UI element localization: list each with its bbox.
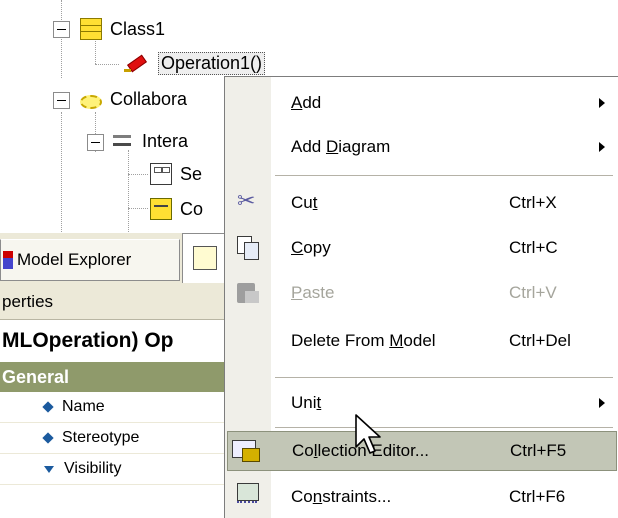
tree-item-label: Se xyxy=(180,163,203,184)
tree-item-interaction[interactable]: Intera xyxy=(112,130,188,152)
tree-connector xyxy=(128,208,148,209)
tab-model-explorer[interactable]: Model Explorer xyxy=(0,239,180,281)
tree-item-class1[interactable]: Class1 xyxy=(80,18,165,40)
shortcut-label: Ctrl+Del xyxy=(509,331,571,350)
class-icon xyxy=(80,18,102,40)
menu-item-constraints[interactable]: Constraints... Ctrl+F6 xyxy=(225,477,618,517)
shortcut-label: Ctrl+X xyxy=(509,193,557,212)
collaboration-icon xyxy=(80,94,102,109)
copy-icon xyxy=(235,234,261,260)
menu-separator xyxy=(275,427,613,428)
tree-item-sequence-diagram[interactable]: Se xyxy=(150,163,202,185)
tree-item-label: Class1 xyxy=(110,18,166,39)
triangle-down-icon xyxy=(44,465,54,473)
submenu-arrow-icon xyxy=(599,98,605,108)
menu-item-add-diagram[interactable]: Add Diagram xyxy=(225,127,618,167)
tree-connector xyxy=(61,0,62,78)
tree-item-label: Collabora xyxy=(110,89,188,109)
submenu-arrow-icon xyxy=(599,142,605,152)
menu-item-add[interactable]: Add xyxy=(225,83,618,123)
paste-icon xyxy=(235,279,261,305)
tree-item-operation1[interactable]: Operation1() xyxy=(122,52,266,75)
menu-item-copy[interactable]: Copy Ctrl+C xyxy=(225,228,618,268)
explorer-tab-bar: Model Explorer xyxy=(0,232,230,284)
operation-icon xyxy=(122,53,150,75)
collapse-toggle[interactable] xyxy=(87,134,104,151)
property-label: Stereotype xyxy=(62,429,140,446)
shortcut-label: Ctrl+F6 xyxy=(509,487,566,506)
collapse-toggle[interactable] xyxy=(53,92,70,109)
tree-connector xyxy=(95,64,119,65)
property-row-stereotype[interactable]: Stereotype xyxy=(0,423,230,454)
tree-item-label: Operation1() xyxy=(158,52,266,75)
menu-item-cut[interactable]: Cut Ctrl+X xyxy=(225,183,618,223)
tree-connector xyxy=(61,112,62,232)
menu-separator xyxy=(275,377,613,378)
sequence-diagram-icon xyxy=(150,163,172,185)
constraints-icon xyxy=(235,481,261,507)
diamond-icon xyxy=(42,432,54,444)
collection-editor-icon xyxy=(232,438,260,464)
scissors-icon xyxy=(235,188,261,216)
collapse-toggle[interactable] xyxy=(53,21,70,38)
properties-group-general[interactable]: General xyxy=(0,362,230,392)
properties-subject: MLOperation) Op xyxy=(0,320,230,362)
properties-header: perties xyxy=(0,284,230,320)
tree-connector xyxy=(128,174,148,175)
mouse-cursor-icon xyxy=(355,414,381,454)
menu-item-collection-editor[interactable]: Collection Editor... Ctrl+F5 xyxy=(227,431,617,471)
shortcut-label: Ctrl+V xyxy=(509,283,557,302)
menu-item-paste[interactable]: Paste Ctrl+V xyxy=(225,273,618,313)
property-label: Visibility xyxy=(64,460,122,477)
interaction-icon xyxy=(112,130,134,152)
property-row-visibility[interactable]: Visibility xyxy=(0,454,230,485)
diagram-explorer-icon xyxy=(193,246,217,270)
shortcut-label: Ctrl+F5 xyxy=(510,441,567,460)
property-row-name[interactable]: Name xyxy=(0,392,230,423)
collaboration-diagram-icon xyxy=(150,198,172,220)
tree-connector xyxy=(128,150,129,232)
tab-diagram-explorer[interactable] xyxy=(182,233,226,283)
submenu-arrow-icon xyxy=(599,398,605,408)
shortcut-label: Ctrl+C xyxy=(509,238,558,257)
menu-separator xyxy=(275,175,613,176)
menu-item-unit[interactable]: Unit xyxy=(225,383,618,423)
property-label: Name xyxy=(62,398,105,415)
tree-item-label: Co xyxy=(180,198,204,219)
menu-item-delete-from-model[interactable]: Delete From Model Ctrl+Del xyxy=(225,321,618,361)
tab-label: Model Explorer xyxy=(17,250,132,269)
tree-item-collaboration[interactable]: Collabora xyxy=(80,89,187,110)
tree-item-label: Intera xyxy=(142,130,189,151)
tree-connector xyxy=(95,38,96,64)
model-explorer-icon xyxy=(3,251,13,269)
properties-panel: perties MLOperation) Op General Name Ste… xyxy=(0,284,230,518)
context-menu: Add Add Diagram Cut Ctrl+X Copy Ctrl+C P… xyxy=(224,76,618,518)
tree-item-collaboration-diagram[interactable]: Co xyxy=(150,198,203,220)
diamond-icon xyxy=(42,401,54,413)
